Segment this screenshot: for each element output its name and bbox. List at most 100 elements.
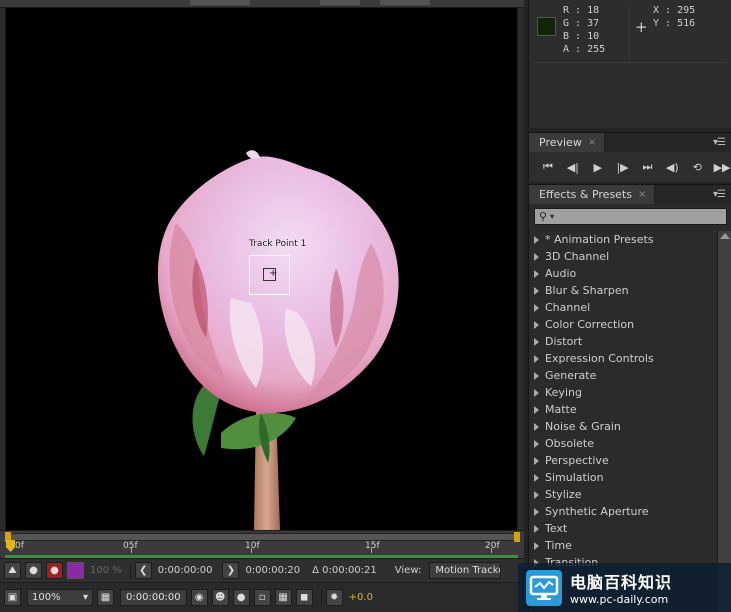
set-in-point-icon[interactable]: ❮ bbox=[134, 562, 152, 579]
track-point-crosshair-icon[interactable]: + bbox=[269, 268, 277, 280]
chevron-down-icon: ▾ bbox=[550, 212, 555, 221]
effects-category-item[interactable]: Keying bbox=[529, 384, 717, 401]
expand-arrow-icon[interactable] bbox=[534, 388, 539, 397]
expand-arrow-icon[interactable] bbox=[534, 303, 539, 312]
expand-arrow-icon[interactable] bbox=[534, 405, 539, 414]
effects-category-item[interactable]: Text bbox=[529, 520, 717, 537]
effects-category-item[interactable]: Expression Controls bbox=[529, 350, 717, 367]
effects-category-item[interactable]: 3D Channel bbox=[529, 248, 717, 265]
time-navigator-bar[interactable] bbox=[5, 533, 518, 541]
channel-alpha-icon[interactable]: ● bbox=[46, 562, 63, 579]
track-point-search-region[interactable]: + bbox=[249, 255, 290, 295]
tab-effects-presets[interactable]: Effects & Presets × bbox=[529, 185, 656, 204]
expand-arrow-icon[interactable] bbox=[534, 473, 539, 482]
expand-arrow-icon[interactable] bbox=[534, 286, 539, 295]
play-icon[interactable]: ▶ bbox=[589, 158, 607, 176]
scrollbar[interactable] bbox=[717, 231, 731, 612]
expand-arrow-icon[interactable] bbox=[534, 337, 539, 346]
loop-icon[interactable]: ⟲ bbox=[688, 158, 706, 176]
out-timecode[interactable]: 0:00:00:20 bbox=[245, 565, 300, 576]
track-point-feature-region[interactable]: + bbox=[263, 268, 277, 281]
snapshot-camera-icon[interactable]: ◉ bbox=[190, 589, 208, 606]
last-frame-icon[interactable]: ⏭ bbox=[639, 158, 657, 176]
ruler-label-20: 20f bbox=[485, 541, 500, 551]
fast-previews-icon[interactable]: ◼ bbox=[295, 589, 313, 606]
expand-arrow-icon[interactable] bbox=[534, 269, 539, 278]
expand-arrow-icon[interactable] bbox=[534, 507, 539, 516]
viewer-canvas[interactable]: Track Point 1 + bbox=[5, 8, 518, 530]
tab-preview[interactable]: Preview × bbox=[529, 133, 606, 152]
resolution-icon[interactable]: ▫ bbox=[253, 589, 271, 606]
current-time-field[interactable]: 0:00:00:00 bbox=[120, 589, 187, 606]
always-preview-icon[interactable]: ▣ bbox=[4, 589, 21, 606]
scroll-up-icon[interactable] bbox=[720, 233, 730, 239]
effects-search-input[interactable]: ⚲ ▾ bbox=[534, 208, 727, 225]
effects-category-item[interactable]: Noise & Grain bbox=[529, 418, 717, 435]
effects-category-item[interactable]: Color Correction bbox=[529, 316, 717, 333]
effects-category-label: * Animation Presets bbox=[545, 233, 654, 246]
expand-arrow-icon[interactable] bbox=[534, 439, 539, 448]
effects-category-item[interactable]: Distort bbox=[529, 333, 717, 350]
effects-category-item[interactable]: Synthetic Aperture bbox=[529, 503, 717, 520]
expand-arrow-icon[interactable] bbox=[534, 235, 539, 244]
top-strip-tab[interactable] bbox=[320, 0, 360, 5]
effects-category-item[interactable]: Blur & Sharpen bbox=[529, 282, 717, 299]
effects-category-item[interactable]: * Animation Presets bbox=[529, 231, 717, 248]
region-of-interest-icon[interactable]: ▦ bbox=[97, 589, 114, 606]
effects-presets-panel: ⚲ ▾ * Animation Presets 3D Channel Audio Bl… bbox=[528, 204, 731, 612]
view-dropdown[interactable]: Motion Tracker bbox=[429, 562, 502, 579]
watermark: 电脑百科知识 www.pc-daily.com bbox=[518, 563, 731, 612]
expand-arrow-icon[interactable] bbox=[534, 320, 539, 329]
expand-arrow-icon[interactable] bbox=[534, 422, 539, 431]
ram-preview-icon[interactable]: ▶▶ bbox=[713, 158, 731, 176]
expand-arrow-icon[interactable] bbox=[534, 490, 539, 499]
ruler-tick bbox=[491, 548, 492, 553]
toggle-transparency-icon[interactable]: ⛰ bbox=[4, 562, 21, 579]
reset-exposure-icon[interactable]: ✹ bbox=[325, 589, 343, 606]
in-timecode[interactable]: 0:00:00:00 bbox=[158, 565, 213, 576]
ruler-label-10: 10f bbox=[245, 541, 260, 551]
effects-category-item[interactable]: Obsolete bbox=[529, 435, 717, 452]
alpha-value: A : 255 bbox=[563, 44, 606, 55]
close-icon[interactable]: × bbox=[588, 137, 596, 148]
channel-rgb-icon[interactable]: ● bbox=[25, 562, 42, 579]
color-label-swatch[interactable] bbox=[67, 562, 84, 579]
effects-category-item[interactable]: Time bbox=[529, 537, 717, 554]
panel-menu-icon[interactable]: ▾☰ bbox=[713, 189, 726, 200]
effects-category-item[interactable]: Simulation bbox=[529, 469, 717, 486]
first-frame-icon[interactable]: ⏮ bbox=[539, 158, 557, 176]
effects-category-item[interactable]: Perspective bbox=[529, 452, 717, 469]
watermark-title: 电脑百科知识 bbox=[570, 573, 673, 592]
effects-category-item[interactable]: Generate bbox=[529, 367, 717, 384]
effects-category-label: Audio bbox=[545, 267, 577, 280]
expand-arrow-icon[interactable] bbox=[534, 371, 539, 380]
show-channel-icon[interactable]: ● bbox=[232, 589, 250, 606]
set-out-point-icon[interactable]: ❯ bbox=[222, 562, 240, 579]
effects-category-list: * Animation Presets 3D Channel Audio Blur &… bbox=[529, 231, 717, 571]
magnification-dropdown[interactable]: 100% ▾ bbox=[27, 589, 93, 606]
audio-icon[interactable]: ◀) bbox=[663, 158, 681, 176]
time-ruler[interactable]: 0f 05f 10f 15f 20f bbox=[0, 530, 524, 558]
expand-arrow-icon[interactable] bbox=[534, 354, 539, 363]
y-value: Y : 516 bbox=[653, 18, 696, 29]
expand-arrow-icon[interactable] bbox=[534, 524, 539, 533]
effects-category-label: Keying bbox=[545, 386, 582, 399]
effects-category-item[interactable]: Matte bbox=[529, 401, 717, 418]
top-strip-tab[interactable] bbox=[380, 0, 430, 5]
effects-category-item[interactable]: Audio bbox=[529, 265, 717, 282]
panel-menu-icon[interactable]: ▾☰ bbox=[713, 137, 726, 148]
effects-category-item[interactable]: Stylize bbox=[529, 486, 717, 503]
expand-arrow-icon[interactable] bbox=[534, 252, 539, 261]
effects-category-item[interactable]: Channel bbox=[529, 299, 717, 316]
close-icon[interactable]: × bbox=[638, 189, 646, 200]
expand-arrow-icon[interactable] bbox=[534, 541, 539, 550]
track-point-label: Track Point 1 bbox=[249, 239, 307, 249]
previous-frame-icon[interactable]: ◀| bbox=[564, 158, 582, 176]
preview-controls: ⏮ ◀| ▶ |▶ ⏭ ◀) ⟲ ▶▶ bbox=[528, 152, 731, 182]
next-frame-icon[interactable]: |▶ bbox=[614, 158, 632, 176]
exposure-value[interactable]: +0.0 bbox=[349, 592, 373, 603]
toggle-transparency-grid-icon[interactable]: ▦ bbox=[274, 589, 292, 606]
show-snapshot-icon[interactable]: ☻ bbox=[211, 589, 229, 606]
top-strip-tab[interactable] bbox=[190, 0, 250, 5]
expand-arrow-icon[interactable] bbox=[534, 456, 539, 465]
